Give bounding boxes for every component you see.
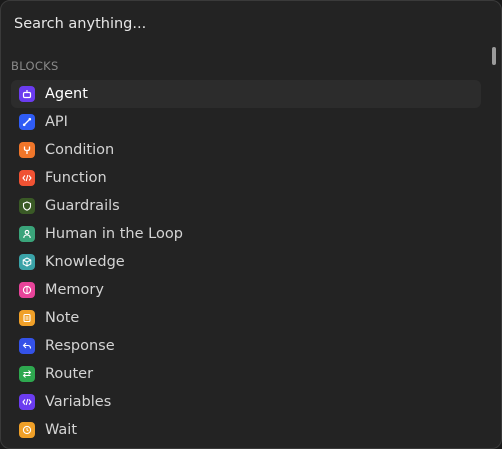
block-item-knowledge[interactable]: Knowledge [11,248,481,276]
block-item-condition[interactable]: Condition [11,136,481,164]
code-icon-glyph [22,398,32,406]
block-item-variables[interactable]: Variables [11,388,481,416]
search-bar [1,1,501,47]
note-icon-glyph [23,313,31,323]
block-item-agent[interactable]: Agent [11,80,481,108]
branch-icon [19,142,35,158]
note-icon [19,310,35,326]
block-item-human-in-the-loop[interactable]: Human in the Loop [11,220,481,248]
section-header-blocks: BLOCKS [11,59,59,73]
shield-icon [19,198,35,214]
block-item-label: Agent [45,86,88,102]
code-icon [19,394,35,410]
scrollbar[interactable] [492,47,496,65]
block-item-label: Function [45,170,107,186]
reply-icon-glyph [22,342,32,349]
block-item-label: Response [45,338,115,354]
clock-icon-glyph [22,425,32,435]
brain-icon-glyph [22,285,32,295]
block-item-note[interactable]: Note [11,304,481,332]
code-icon [19,170,35,186]
link-icon [19,114,35,130]
user-icon [19,226,35,242]
block-item-label: Router [45,366,94,382]
reply-icon [19,338,35,354]
code-icon-glyph [22,174,32,182]
arrows-icon [19,366,35,382]
block-item-api[interactable]: API [11,108,481,136]
block-item-label: Knowledge [45,254,125,270]
block-item-response[interactable]: Response [11,332,481,360]
block-item-router[interactable]: Router [11,360,481,388]
block-item-label: Memory [45,282,104,298]
block-item-function[interactable]: Function [11,164,481,192]
robot-icon-glyph [22,90,32,99]
search-input[interactable] [14,16,474,32]
robot-icon [19,86,35,102]
block-item-label: Guardrails [45,198,120,214]
block-item-label: Human in the Loop [45,226,183,242]
arrows-icon-glyph [22,370,32,378]
brain-icon [19,282,35,298]
block-item-label: Wait [45,422,78,438]
shield-icon-glyph [22,201,32,211]
block-item-guardrails[interactable]: Guardrails [11,192,481,220]
blocks-list: Agent API Condition Function Guardrails Human… [11,80,481,444]
block-item-label: Condition [45,142,115,158]
command-palette: BLOCKS Agent API Condition Function Guardrai… [0,0,502,449]
user-icon-glyph [23,229,31,239]
clock-icon [19,422,35,438]
cube-icon [19,254,35,270]
branch-icon-glyph [23,146,31,154]
block-item-wait[interactable]: Wait [11,416,481,444]
block-item-label: Variables [45,394,112,410]
cube-icon-glyph [22,257,32,267]
block-item-label: API [45,114,68,130]
block-item-memory[interactable]: Memory [11,276,481,304]
link-icon-glyph [22,117,32,127]
block-item-label: Note [45,310,80,326]
